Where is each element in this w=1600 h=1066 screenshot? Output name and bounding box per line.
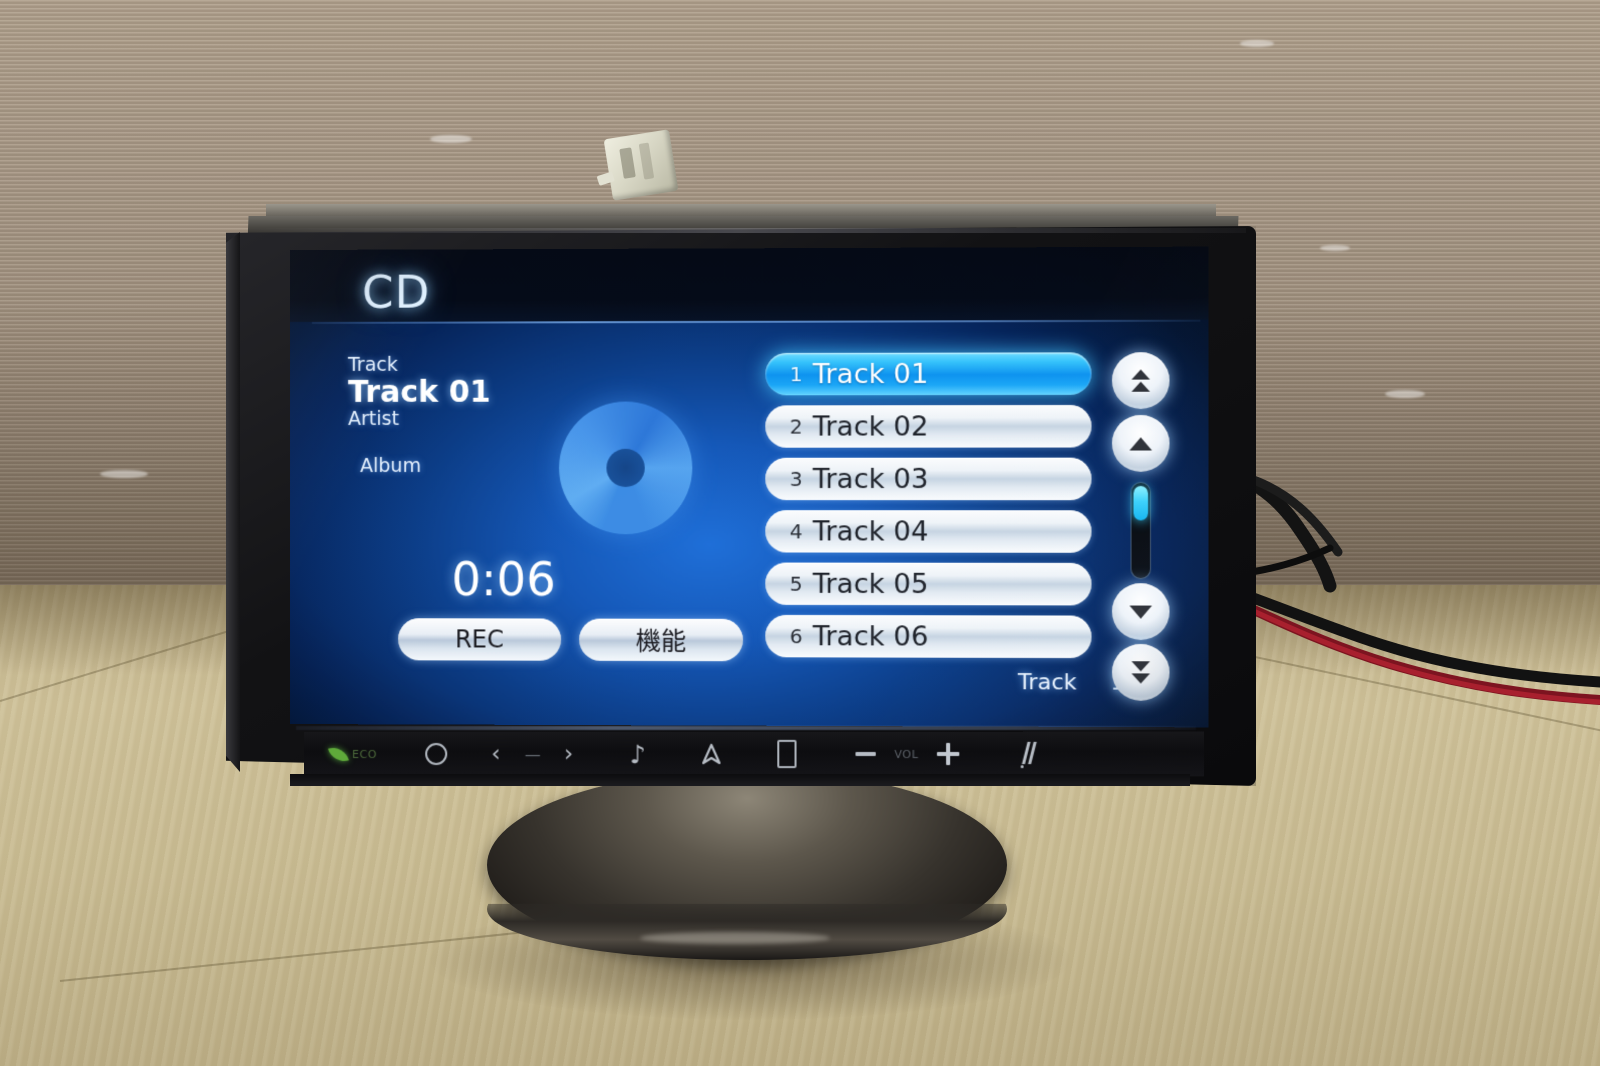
track-name: Track 03 [812,463,929,495]
wall-speck [1385,390,1425,398]
keybar-top-highlight [296,726,1196,730]
wall-speck [100,470,148,478]
scrollbar-thumb[interactable] [1133,486,1148,521]
track-row[interactable]: 4 Track 04 [765,510,1092,553]
chevron-down-icon [1129,605,1153,619]
eco-indicator: ECO [327,743,377,765]
track-number: 4 [789,519,803,544]
track-name: Track 01 [812,358,929,390]
prev-track-key[interactable]: ‹ [491,741,500,767]
navigation-icon [698,742,724,766]
chevron-up-icon [1129,436,1153,451]
track-number: 6 [789,624,803,649]
track-name: Track 02 [812,410,929,443]
connector-slot [638,142,655,180]
eject-icon-dot [1020,765,1024,769]
function-button[interactable]: 機能 [579,618,743,662]
track-list[interactable]: 1 Track 01 2 Track 02 3 Track 03 4 Track 04 5 Tra… [765,352,1092,668]
track-number: 3 [789,466,803,492]
navi-key[interactable] [698,742,724,766]
scroll-controls[interactable] [1112,352,1178,701]
track-row[interactable]: 5 Track 05 [765,562,1092,606]
page-up-button[interactable] [1112,352,1170,410]
stand-base-highlight [640,932,830,944]
track-row[interactable]: 6 Track 06 [765,614,1092,659]
volume-up-key[interactable] [937,743,959,765]
wall-speck [430,135,472,143]
white-connector [596,129,679,201]
cd-disc-icon [559,401,693,535]
wall-speck [1320,245,1350,251]
lcd-screen[interactable]: CD Track Track 01 Artist Album 0:06 REC … [290,246,1209,728]
elapsed-time: 0:06 [451,552,556,607]
next-track-key[interactable]: › [564,741,573,767]
double-chevron-up-icon [1131,369,1150,392]
track-row[interactable]: 3 Track 03 [765,457,1092,501]
page-down-button[interactable] [1112,643,1170,701]
scrollbar-track[interactable] [1130,481,1152,580]
volume-label: VOL [894,747,919,761]
track-number: 1 [789,362,803,387]
connector-slot [619,147,636,179]
head-unit-device: CD Track Track 01 Artist Album 0:06 REC … [226,129,1256,786]
hardkey-bar: ECO ‹ — › ♪ VOL [304,731,1205,777]
track-name: Track 06 [812,620,929,653]
rec-button[interactable]: REC [398,618,562,661]
track-status-caption: Track [1017,670,1077,696]
track-number: 2 [789,414,803,439]
track-caption: Track [348,353,398,376]
cd-disc-hole [606,448,645,487]
line-down-button[interactable] [1112,583,1170,641]
bezel-top-sheen [236,228,1246,233]
bezel-left-edge [226,232,240,772]
eject-key[interactable] [1016,741,1037,769]
track-row[interactable]: 2 Track 02 [765,404,1092,448]
track-name: Track 05 [812,568,929,600]
line-up-button[interactable] [1112,415,1170,472]
eco-label: ECO [352,747,377,761]
track-row[interactable]: 1 Track 01 [765,352,1092,396]
audio-key[interactable]: ♪ [630,739,646,768]
seek-dash-icon: — [524,744,540,764]
volume-down-key[interactable] [855,751,876,757]
track-name: Track 04 [812,515,929,548]
display-key[interactable] [777,739,797,769]
wall-speck [1240,40,1274,47]
double-chevron-down-icon [1131,661,1150,684]
power-key[interactable] [424,742,448,766]
bezel-bottom-lip [290,774,1190,786]
track-number: 5 [789,571,803,596]
leaf-icon [327,743,350,765]
source-label: CD [362,265,431,319]
photo-scene: CD Track Track 01 Artist Album 0:06 REC … [0,0,1600,1066]
